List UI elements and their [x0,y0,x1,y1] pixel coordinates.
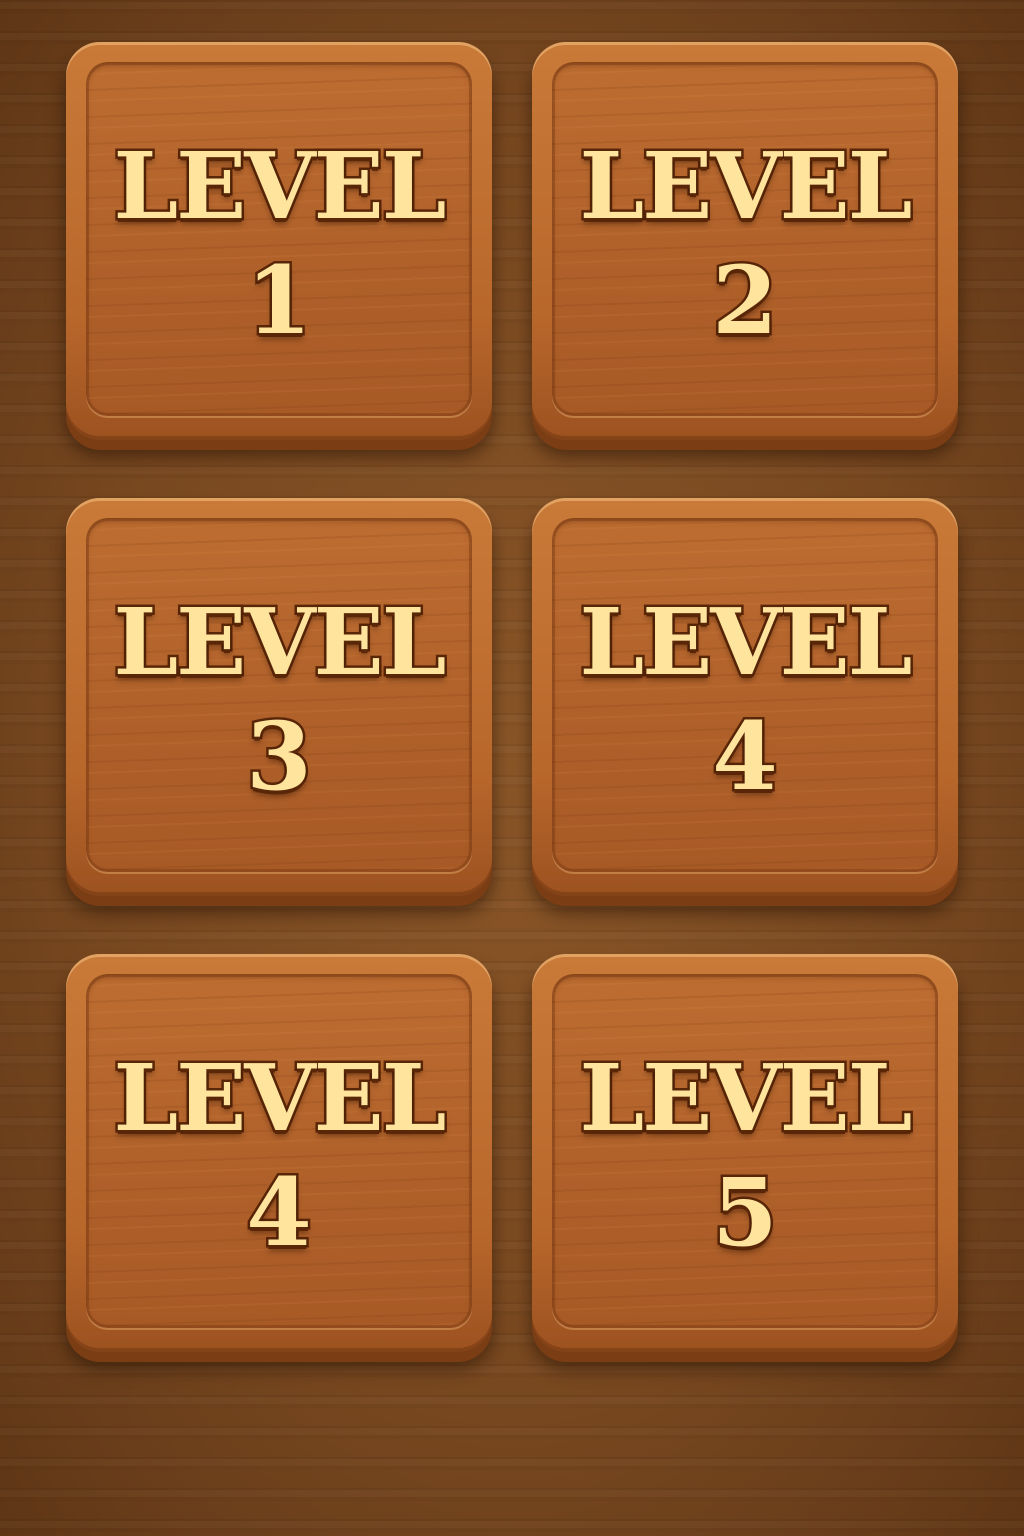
level-label: LEVEL [111,588,449,696]
level-number: 1 [244,246,314,356]
tile-face: LEVEL 4 [552,518,938,872]
level-1-button[interactable]: LEVEL 1 [66,42,492,440]
level-label: LEVEL [111,132,449,240]
tile-face: LEVEL 2 [552,62,938,416]
level-label: LEVEL [577,132,915,240]
level-2-button[interactable]: LEVEL 2 [532,42,958,440]
level-number: 5 [710,1158,780,1268]
level-number: 2 [710,246,780,356]
tile-face: LEVEL 5 [552,974,938,1328]
level-4-button[interactable]: LEVEL 4 [532,498,958,896]
tile-face: LEVEL 1 [86,62,472,416]
level-3-button[interactable]: LEVEL 3 [66,498,492,896]
level-number: 4 [710,702,780,812]
level-number: 3 [244,702,314,812]
tile-face: LEVEL 4 [86,974,472,1328]
level-4-button-duplicate[interactable]: LEVEL 4 [66,954,492,1352]
level-number: 4 [244,1158,314,1268]
level-select-grid: LEVEL 1 LEVEL 2 LEVEL 3 LEVEL 4 LEVEL 4 … [0,0,1024,1536]
level-label: LEVEL [577,1044,915,1152]
tile-face: LEVEL 3 [86,518,472,872]
level-label: LEVEL [577,588,915,696]
level-5-button[interactable]: LEVEL 5 [532,954,958,1352]
level-label: LEVEL [111,1044,449,1152]
